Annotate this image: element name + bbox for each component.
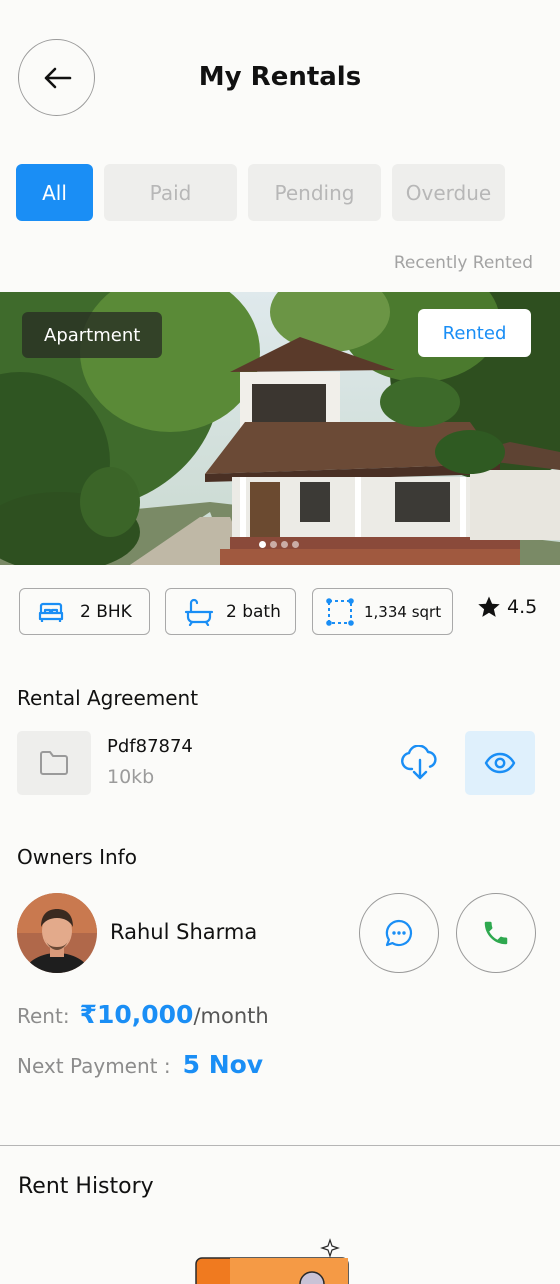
baths-chip: 2 bath <box>165 588 296 635</box>
agreement-file-thumb[interactable] <box>17 731 91 795</box>
bedrooms-label: 2 BHK <box>80 601 132 622</box>
rent-line: Rent: ₹10,000 /month <box>17 1000 269 1029</box>
rented-status-badge: Rented <box>418 309 531 357</box>
tab-overdue[interactable]: Overdue <box>392 164 505 221</box>
rent-amount: ₹10,000 <box>79 1000 194 1029</box>
phone-icon <box>484 921 508 945</box>
rental-agreement-title: Rental Agreement <box>17 686 199 710</box>
property-rating: 4.5 <box>477 595 537 619</box>
area-chip: 1,334 sqrt <box>312 588 453 635</box>
rating-value: 4.5 <box>507 596 538 618</box>
rent-history-illustration <box>190 1236 360 1284</box>
property-features: 2 BHK 2 bath 1,334 sqrt <box>19 588 453 635</box>
tab-paid[interactable]: Paid <box>104 164 237 221</box>
owners-info-title: Owners Info <box>17 845 137 869</box>
tab-pending[interactable]: Pending <box>248 164 381 221</box>
carousel-dots <box>259 541 299 548</box>
carousel-dot[interactable] <box>292 541 299 548</box>
call-owner-button[interactable] <box>456 893 536 973</box>
rent-label: Rent: <box>17 1004 70 1028</box>
carousel-dot[interactable] <box>281 541 288 548</box>
view-agreement-button[interactable] <box>465 731 535 795</box>
tab-all[interactable]: All <box>16 164 93 221</box>
download-button[interactable] <box>396 740 444 786</box>
bed-icon <box>38 602 64 622</box>
owner-avatar <box>17 893 97 973</box>
carousel-dot[interactable] <box>259 541 266 548</box>
app-header: My Rentals <box>0 0 560 150</box>
bedrooms-chip: 2 BHK <box>19 588 150 635</box>
next-payment-line: Next Payment : 5 Nov <box>17 1050 263 1079</box>
eye-icon <box>484 752 516 774</box>
carousel-dot[interactable] <box>270 541 277 548</box>
agreement-file-name: Pdf87874 <box>107 736 193 757</box>
baths-label: 2 bath <box>226 601 281 622</box>
section-divider <box>0 1145 560 1146</box>
cloud-download-icon <box>401 745 437 780</box>
rent-history-title: Rent History <box>18 1174 154 1199</box>
message-owner-button[interactable] <box>359 893 439 973</box>
owner-name: Rahul Sharma <box>110 920 258 944</box>
bathtub-icon <box>184 598 214 626</box>
agreement-file-size: 10kb <box>107 766 155 788</box>
filter-tabs: All Paid Pending Overdue <box>16 164 505 221</box>
folder-icon <box>40 751 68 775</box>
star-icon <box>478 596 500 617</box>
area-label: 1,334 sqrt <box>364 602 442 621</box>
area-icon <box>326 597 354 626</box>
next-payment-date: 5 Nov <box>182 1050 264 1079</box>
page-title: My Rentals <box>198 62 362 92</box>
recently-rented-label: Recently Rented <box>393 253 533 273</box>
next-payment-label: Next Payment : <box>17 1054 171 1078</box>
chat-icon <box>385 919 413 947</box>
property-type-badge: Apartment <box>22 312 163 358</box>
rent-unit: /month <box>193 1004 269 1028</box>
